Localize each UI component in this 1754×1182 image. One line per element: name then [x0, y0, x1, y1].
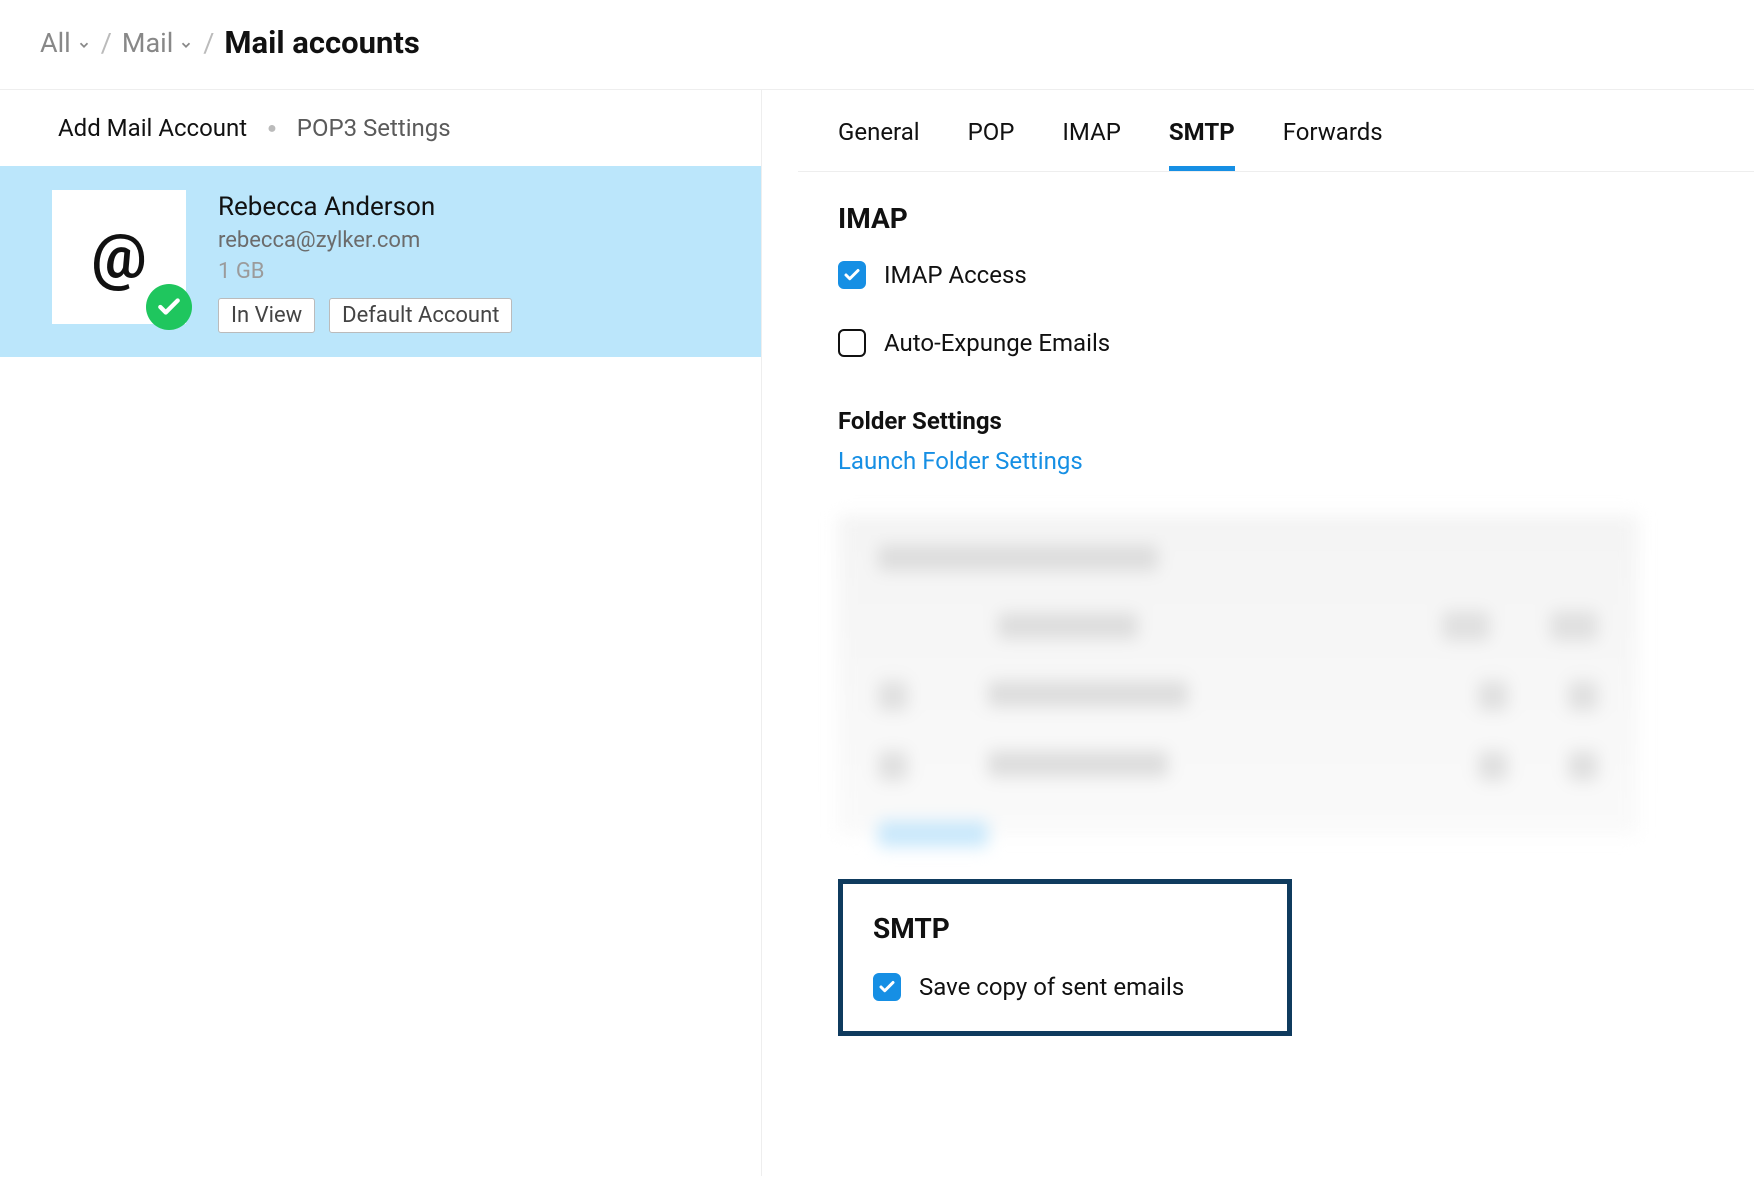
imap-access-label: IMAP Access	[884, 261, 1027, 289]
tab-pop[interactable]: POP	[968, 118, 1015, 171]
breadcrumb-separator: /	[101, 27, 112, 59]
breadcrumb-mail[interactable]: Mail	[122, 27, 193, 59]
breadcrumb-current: Mail accounts	[224, 24, 419, 61]
account-email: rebecca@zylker.com	[218, 228, 512, 253]
add-mail-account-link[interactable]: Add Mail Account	[58, 114, 247, 142]
separator-dot: ●	[267, 118, 277, 138]
launch-folder-settings-link[interactable]: Launch Folder Settings	[838, 447, 1083, 475]
left-panel: Add Mail Account ● POP3 Settings @ Rebec…	[0, 90, 762, 1176]
folder-settings-title: Folder Settings	[838, 407, 1714, 435]
account-size: 1 GB	[218, 259, 512, 284]
at-icon: @	[91, 226, 147, 288]
breadcrumb-separator: /	[203, 27, 214, 59]
right-panel: General POP IMAP SMTP Forwards IMAP IMAP…	[762, 90, 1754, 1176]
tag-default-account[interactable]: Default Account	[329, 298, 512, 333]
pop3-settings-link[interactable]: POP3 Settings	[297, 114, 451, 142]
checkbox-icon	[838, 261, 866, 289]
checkbox-icon	[838, 329, 866, 357]
verified-badge-icon	[146, 284, 192, 330]
tab-forwards[interactable]: Forwards	[1283, 118, 1383, 171]
breadcrumb-root-label: All	[40, 27, 71, 59]
auto-expunge-label: Auto-Expunge Emails	[884, 329, 1110, 357]
chevron-down-icon	[179, 27, 193, 59]
breadcrumb-root[interactable]: All	[40, 27, 91, 59]
breadcrumb-mail-label: Mail	[122, 27, 173, 59]
tabs: General POP IMAP SMTP Forwards	[798, 90, 1754, 172]
redacted-content	[838, 515, 1638, 835]
settings-panel: IMAP IMAP Access Auto-Expunge Emails Fol…	[798, 172, 1754, 1076]
tag-in-view[interactable]: In View	[218, 298, 315, 333]
auto-expunge-checkbox[interactable]: Auto-Expunge Emails	[838, 329, 1714, 357]
imap-section-title: IMAP	[838, 202, 1714, 235]
save-copy-label: Save copy of sent emails	[919, 973, 1184, 1001]
smtp-section-title: SMTP	[873, 912, 1257, 945]
tab-smtp[interactable]: SMTP	[1169, 118, 1235, 171]
tab-general[interactable]: General	[838, 118, 920, 171]
account-avatar: @	[52, 190, 186, 324]
account-tags: In View Default Account	[218, 298, 512, 333]
smtp-section-highlight: SMTP Save copy of sent emails	[838, 879, 1292, 1036]
account-name: Rebecca Anderson	[218, 192, 512, 222]
left-header: Add Mail Account ● POP3 Settings	[0, 90, 761, 166]
imap-access-checkbox[interactable]: IMAP Access	[838, 261, 1714, 289]
account-card[interactable]: @ Rebecca Anderson rebecca@zylker.com 1 …	[0, 166, 761, 357]
account-info: Rebecca Anderson rebecca@zylker.com 1 GB…	[218, 190, 512, 333]
chevron-down-icon	[77, 27, 91, 59]
breadcrumb: All / Mail / Mail accounts	[0, 0, 1754, 89]
checkbox-icon	[873, 973, 901, 1001]
save-copy-checkbox[interactable]: Save copy of sent emails	[873, 973, 1257, 1001]
tab-imap[interactable]: IMAP	[1062, 118, 1121, 171]
